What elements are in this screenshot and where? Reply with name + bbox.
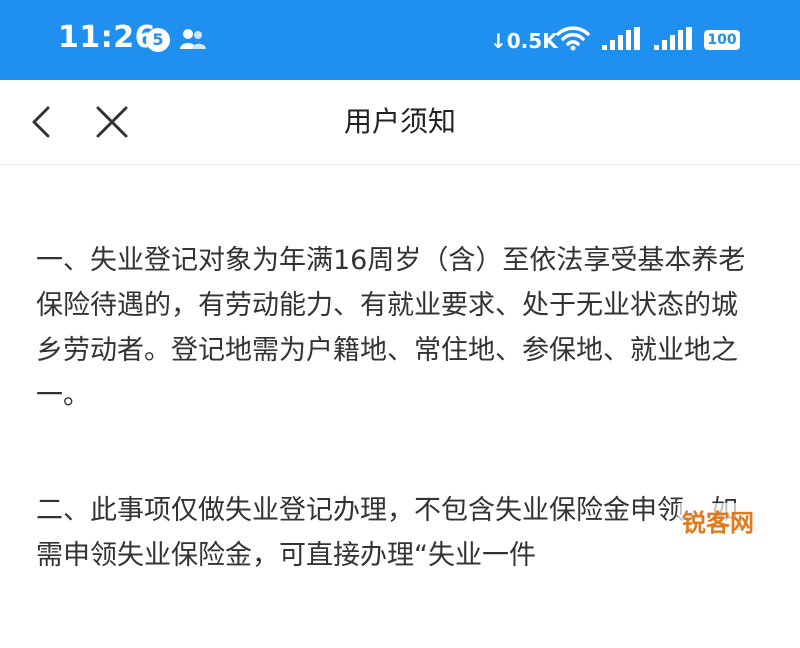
status-time: 11:26 xyxy=(58,20,156,55)
notice-paragraph-2: 二、此事项仅做失业登记办理，不包含失业保险金申领，如需申领失业保险金，可直接办理… xyxy=(36,495,738,571)
signal-icon xyxy=(602,27,642,55)
status-bar: 11:26 5 ↓0.5K 100 xyxy=(0,0,800,80)
nav-bar: 用户须知 xyxy=(0,80,800,165)
network-speed: ↓0.5K xyxy=(490,29,558,53)
wifi-icon xyxy=(556,25,590,55)
notification-count-badge: 5 xyxy=(146,28,170,52)
network-speed-value: 0.5K xyxy=(506,29,558,53)
page-title: 用户须知 xyxy=(343,105,456,138)
signal-icon xyxy=(654,27,694,55)
notice-paragraph-1: 一、失业登记对象为年满16周岁（含）至依法享受基本养老保险待遇的，有劳动能力、有… xyxy=(36,245,746,411)
notice-content: 一、失业登记对象为年满16周岁（含）至依法享受基本养老保险待遇的，有劳动能力、有… xyxy=(36,238,764,648)
watermark-logo: 锐客网 xyxy=(678,503,758,538)
battery-icon: 100 xyxy=(704,30,740,50)
download-arrow-icon: ↓ xyxy=(490,29,507,53)
people-icon xyxy=(180,28,206,54)
